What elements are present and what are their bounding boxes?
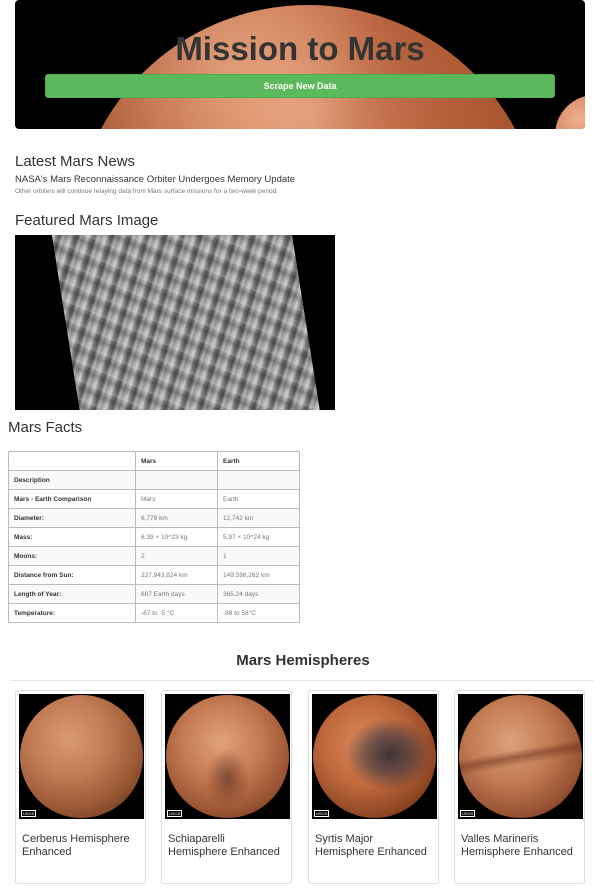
mars-facts-heading: Mars Facts (8, 419, 83, 436)
earth-value: 5.97 × 10^24 kg (217, 527, 300, 547)
row-label: Description (8, 470, 136, 490)
row-label: Moons: (8, 546, 136, 566)
mars-value: 2 (135, 546, 218, 566)
table-row: Distance from Sun: 227,943,824 km 149,59… (8, 565, 300, 585)
hemisphere-thumbnail[interactable]: USGS (458, 694, 583, 819)
row-label: Diameter: (8, 508, 136, 528)
hemisphere-title: Syrtis Major Hemisphere Enhanced (315, 833, 427, 858)
page-title: Mission to Mars (175, 30, 425, 67)
row-label: Distance from Sun: (8, 565, 136, 585)
earth-value: 12,742 km (217, 508, 300, 528)
mars-globe-image (459, 695, 582, 818)
hemisphere-card-syrtis-major[interactable]: USGS Syrtis Major Hemisphere Enhanced (308, 690, 439, 884)
usgs-logo: USGS (21, 810, 37, 817)
hemisphere-title: Valles Marineris Hemisphere Enhanced (461, 833, 573, 858)
table-row: Diameter: 6,779 km 12,742 km (8, 508, 300, 528)
row-label: Temperature: (8, 603, 136, 623)
table-header-cell: Earth (217, 451, 300, 471)
table-row: Temperature: -87 to -5 °C -88 to 58°C (8, 603, 300, 623)
mars-value: -87 to -5 °C (135, 603, 218, 623)
mars-value: Mars (135, 489, 218, 509)
hemisphere-title: Cerberus Hemisphere Enhanced (22, 833, 130, 858)
latest-news-heading: Latest Mars News (15, 153, 136, 170)
usgs-logo: USGS (460, 810, 476, 817)
table-row: Mars - Earth Comparison Mars Earth (8, 489, 300, 509)
featured-mars-image (15, 235, 335, 410)
mars-value: 227,943,824 km (135, 565, 218, 585)
earth-value (217, 470, 300, 490)
jumbotron: Mission to Mars Scrape New Data (15, 0, 585, 129)
earth-value: 1 (217, 546, 300, 566)
featured-image-terrain (51, 235, 322, 410)
row-label: Mass: (8, 527, 136, 547)
earth-value: -88 to 58°C (217, 603, 300, 623)
scrape-new-data-button[interactable]: Scrape New Data (45, 74, 555, 98)
hemispheres-heading: Mars Hemispheres (236, 652, 370, 669)
mars-facts-table: Mars Earth Description Mars - Earth Comp… (8, 451, 300, 623)
mars-value: 6.39 × 10^23 kg (135, 527, 218, 547)
hemisphere-thumbnail[interactable]: USGS (19, 694, 144, 819)
mars-value: 6,779 km (135, 508, 218, 528)
row-label: Mars - Earth Comparison (8, 489, 136, 509)
earth-value: Earth (217, 489, 300, 509)
mars-value: 687 Earth days (135, 584, 218, 604)
usgs-logo: USGS (314, 810, 330, 817)
news-title: NASA's Mars Reconnaissance Orbiter Under… (15, 174, 296, 185)
earth-value: 149,598,262 km (217, 565, 300, 585)
table-row: Mass: 6.39 × 10^23 kg 5.97 × 10^24 kg (8, 527, 300, 547)
earth-value: 365.24 days (217, 584, 300, 604)
hemisphere-card-cerberus[interactable]: USGS Cerberus Hemisphere Enhanced (15, 690, 146, 884)
row-label: Length of Year: (8, 584, 136, 604)
hemisphere-card-valles-marineris[interactable]: USGS Valles Marineris Hemisphere Enhance… (454, 690, 585, 884)
table-header-cell: Mars (135, 451, 218, 471)
mars-globe-image (166, 695, 289, 818)
hemisphere-card-schiaparelli[interactable]: USGS Schiaparelli Hemisphere Enhanced (161, 690, 292, 884)
mars-globe-image (313, 695, 436, 818)
table-row: Description (8, 470, 300, 490)
featured-image-heading: Featured Mars Image (15, 212, 159, 229)
hemisphere-thumbnail[interactable]: USGS (165, 694, 290, 819)
table-header-cell (8, 451, 136, 471)
table-row: Moons: 2 1 (8, 546, 300, 566)
small-planet-graphic (555, 95, 585, 129)
table-header-row: Mars Earth (8, 451, 300, 471)
usgs-logo: USGS (167, 810, 183, 817)
hemisphere-thumbnail[interactable]: USGS (312, 694, 437, 819)
news-paragraph: Other orbiters will continue relaying da… (15, 188, 278, 195)
table-row: Length of Year: 687 Earth days 365.24 da… (8, 584, 300, 604)
hemisphere-title: Schiaparelli Hemisphere Enhanced (168, 833, 280, 858)
mars-globe-image (20, 695, 143, 818)
mars-value (135, 470, 218, 490)
divider (10, 680, 594, 681)
